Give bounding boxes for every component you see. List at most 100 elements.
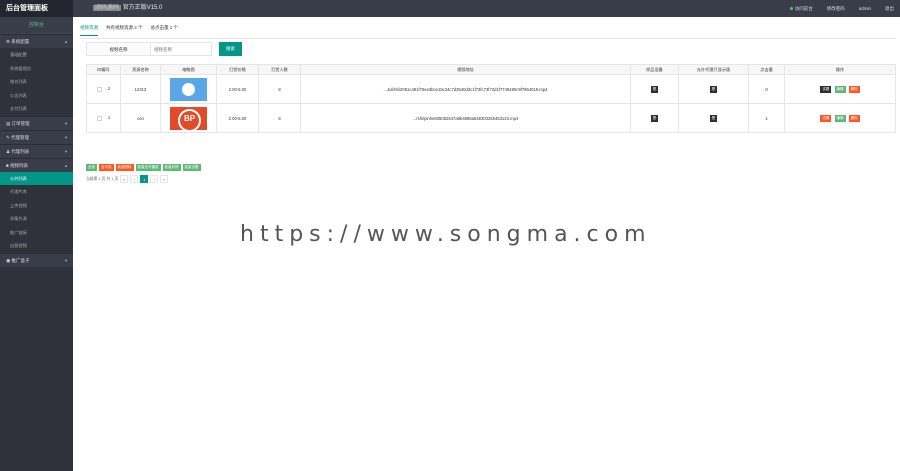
row-checkbox[interactable] — [96, 86, 102, 92]
row-ops: 试看 编辑 删除 — [784, 74, 896, 104]
table-header-row: ID编号 资源名称 缩略图 打赏价格 打赏人数 视频地址 样品设备 允许代理只显… — [86, 64, 896, 75]
sidebar-item-payments[interactable]: 支付列表 — [0, 102, 73, 116]
last-page-button[interactable]: » — [160, 175, 169, 183]
col-id: ID编号 — [86, 64, 121, 75]
prev-page-button[interactable]: ‹ — [130, 175, 139, 183]
tab-divider — [80, 38, 896, 39]
col-clicks: 点击量 — [748, 64, 785, 75]
row-checkbox[interactable] — [96, 115, 102, 121]
agent-only-toggle[interactable]: 是 — [710, 114, 717, 122]
row-id-cell: 1 — [86, 103, 121, 133]
row-count: 8 — [258, 103, 301, 133]
sidebar-item-promo-links[interactable]: 推广链接 — [0, 225, 73, 239]
col-device: 样品设备 — [630, 64, 679, 75]
sidebar-item-upload-video[interactable]: 上传视频 — [0, 198, 73, 212]
search-button[interactable]: 搜索 — [219, 42, 242, 56]
bulk-actions: 全选 全不选 批量删除 批量允许播放 批量封停 批量试看 — [86, 164, 201, 171]
preview-button[interactable]: 试看 — [820, 85, 832, 93]
sidebar-item-notices[interactable]: 公告列表 — [0, 88, 73, 102]
sidebar-head[interactable]: 控制台 — [0, 17, 73, 34]
agent-only-toggle[interactable]: 是 — [710, 85, 717, 93]
brand-version: 官方正版V15.0 — [122, 5, 163, 11]
visit-frontend-link[interactable]: 访问前台 — [789, 0, 813, 17]
sidebar-item-basic-config[interactable]: 基础配置 — [0, 48, 73, 62]
preview-button[interactable]: 试看 — [820, 114, 832, 122]
top-bar: 后台管理面板 颂码源码 官方正版V15.0 访问前台 修改密码 admin 退出 — [0, 0, 900, 17]
tab-bar: 视频资源 共有视频资源 2 个 总点击量 1 个 — [80, 25, 178, 36]
sidebar: 控制台 ⚙ 系统配置 ▲ 基础配置 系统管理员 域名列表 公告列表 支付列表 ▤ … — [0, 17, 73, 471]
device-toggle[interactable]: 是 — [651, 114, 658, 122]
row-name: ceo — [120, 103, 161, 133]
tab-click-count: 总点击量 1 个 — [150, 25, 179, 30]
row-price: 2.00-5.00 — [216, 103, 259, 133]
chevron-down-icon: ▼ — [64, 148, 68, 154]
col-count: 打赏人数 — [258, 64, 301, 75]
sidebar-item-own-videos[interactable]: 自营视频 — [0, 239, 73, 253]
col-thumb: 缩略图 — [160, 64, 217, 75]
search-label: 视频名称 — [86, 42, 151, 56]
device-toggle[interactable]: 是 — [651, 85, 658, 93]
chevron-down-icon: ▼ — [64, 134, 68, 140]
sidebar-group-promo-box[interactable]: ▣ 推广盒子 ▼ — [0, 252, 73, 267]
bulk-preview-button[interactable]: 批量试看 — [182, 164, 201, 171]
row-agent-only-cell: 是 — [678, 74, 749, 104]
bulk-ban-button[interactable]: 批量封停 — [162, 164, 181, 171]
thumbnail-image — [170, 106, 207, 132]
chevron-up-icon: ▲ — [64, 162, 68, 168]
row-agent-only-cell: 是 — [678, 103, 749, 133]
brand-title: 后台管理面板 — [0, 0, 73, 17]
sidebar-item-admins[interactable]: 系统管理员 — [0, 61, 73, 75]
col-agent-only: 允许代理只显示版 — [678, 64, 749, 75]
sidebar-item-public-list[interactable]: 公共列表 — [0, 171, 73, 185]
row-name: 12313 — [120, 74, 161, 104]
top-right-menu: 访问前台 修改密码 admin 退出 — [789, 0, 894, 17]
delete-button[interactable]: 删除 — [848, 85, 860, 93]
table-row: 2 12313 2.00-5.00 8 ...Jul/shi/2061c491f… — [86, 74, 896, 104]
select-all-button[interactable]: 全选 — [86, 164, 97, 171]
brand-highlight: 颂码源码 — [93, 5, 122, 11]
thumbnail-image — [170, 77, 207, 101]
bulk-allow-play-button[interactable]: 批量允许播放 — [135, 164, 161, 171]
first-page-button[interactable]: « — [120, 175, 129, 183]
row-thumb-cell — [160, 74, 217, 104]
tab-video-resources[interactable]: 视频资源 — [80, 25, 98, 36]
chevron-down-icon: ▼ — [64, 257, 68, 263]
brand-subtitle: 颂码源码 官方正版V15.0 — [93, 0, 162, 17]
select-none-button[interactable]: 全不选 — [99, 164, 114, 171]
col-url: 视频地址 — [300, 64, 631, 75]
tab-resource-count: 共有视频资源 2 个 — [106, 25, 143, 30]
change-password-link[interactable]: 修改密码 — [827, 0, 845, 17]
watermark-text: https://www.songma.com — [240, 222, 652, 247]
current-page[interactable]: 1 — [140, 175, 149, 183]
chevron-down-icon: ▼ — [64, 120, 68, 126]
sidebar-group-agent-list[interactable]: ♟ 代理列表 ▼ — [0, 143, 73, 158]
pagination: 当前第 1 页 共 1 页 « ‹ 1 › » — [86, 175, 169, 183]
home-icon — [789, 7, 793, 11]
user-name[interactable]: admin — [859, 0, 871, 17]
sidebar-group-videos[interactable]: ■ 视频列表 ▲ — [0, 157, 73, 172]
search-input[interactable] — [151, 42, 212, 56]
sidebar-item-agent-library[interactable]: 代理片库 — [0, 185, 73, 199]
row-price: 2.00-5.00 — [216, 74, 259, 104]
page-info: 当前第 1 页 共 1 页 — [86, 176, 119, 181]
row-device-cell: 是 — [630, 74, 679, 104]
row-url: ...rshi/pinhe605052647a9b4886a5483032554… — [300, 103, 631, 133]
sidebar-group-orders[interactable]: ▤ 订单管理 ▼ — [0, 115, 73, 130]
row-clicks: 1 — [748, 103, 785, 133]
row-id-cell: 2 — [86, 74, 121, 104]
sidebar-group-system[interactable]: ⚙ 系统配置 ▲ — [0, 34, 73, 48]
row-count: 8 — [258, 74, 301, 104]
sidebar-item-collect-source[interactable]: 采集片源 — [0, 212, 73, 226]
edit-button[interactable]: 编辑 — [834, 85, 846, 93]
logout-link[interactable]: 退出 — [885, 0, 894, 17]
sidebar-group-agents[interactable]: ✎ 代理管理 ▼ — [0, 129, 73, 144]
bulk-delete-button[interactable]: 批量删除 — [115, 164, 134, 171]
delete-button[interactable]: 删除 — [848, 114, 860, 122]
next-page-button[interactable]: › — [150, 175, 159, 183]
table-row: 1 ceo 2.00-5.00 8 ...rshi/pinhe605052647… — [86, 103, 896, 133]
row-device-cell: 是 — [630, 103, 679, 133]
col-ops: 操作 — [784, 64, 896, 75]
edit-button[interactable]: 编辑 — [834, 114, 846, 122]
sidebar-item-domains[interactable]: 域名列表 — [0, 75, 73, 89]
video-table: ID编号 资源名称 缩略图 打赏价格 打赏人数 视频地址 样品设备 允许代理只显… — [86, 64, 896, 133]
